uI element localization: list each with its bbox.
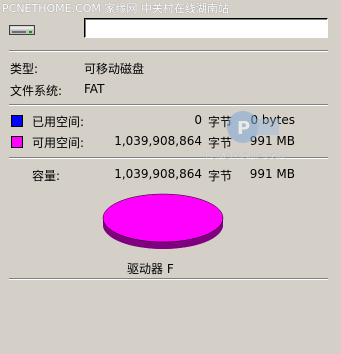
separator-bottom — [9, 278, 328, 280]
capacity-size: 991 MB — [249, 167, 295, 181]
capacity-label: 容量: — [32, 169, 61, 183]
drive-label: 驱动器 F — [127, 262, 174, 276]
filesystem-value: FAT — [84, 82, 105, 96]
disk-usage-pie — [102, 193, 224, 249]
used-space-label: 已用空间: — [32, 115, 85, 129]
removable-drive-icon — [9, 25, 35, 35]
used-space-swatch — [11, 115, 23, 127]
capacity-bytes: 1,039,908,864 — [114, 167, 202, 181]
free-space-bytes: 1,039,908,864 — [114, 134, 202, 148]
type-label: 类型: — [10, 62, 39, 76]
drive-name-input[interactable] — [84, 18, 328, 38]
free-space-swatch — [11, 136, 23, 148]
capacity-unit: 字节 — [208, 169, 233, 183]
used-space-bytes: 0 — [194, 113, 202, 127]
free-space-label: 可用空间: — [32, 136, 85, 150]
watermark-logo-icon: P PCNETHOME.COM — [205, 111, 286, 162]
separator-top — [9, 50, 328, 52]
watermark-logo-text: PCNETHOME.COM — [205, 152, 286, 162]
svg-text:P: P — [237, 118, 250, 139]
filesystem-label: 文件系统: — [10, 84, 63, 98]
type-value: 可移动磁盘 — [84, 62, 145, 76]
watermark-text: PCNETHOME.COM 家缘网 中关村在线湖南站 — [2, 2, 229, 15]
pie-slice-free — [102, 193, 224, 243]
